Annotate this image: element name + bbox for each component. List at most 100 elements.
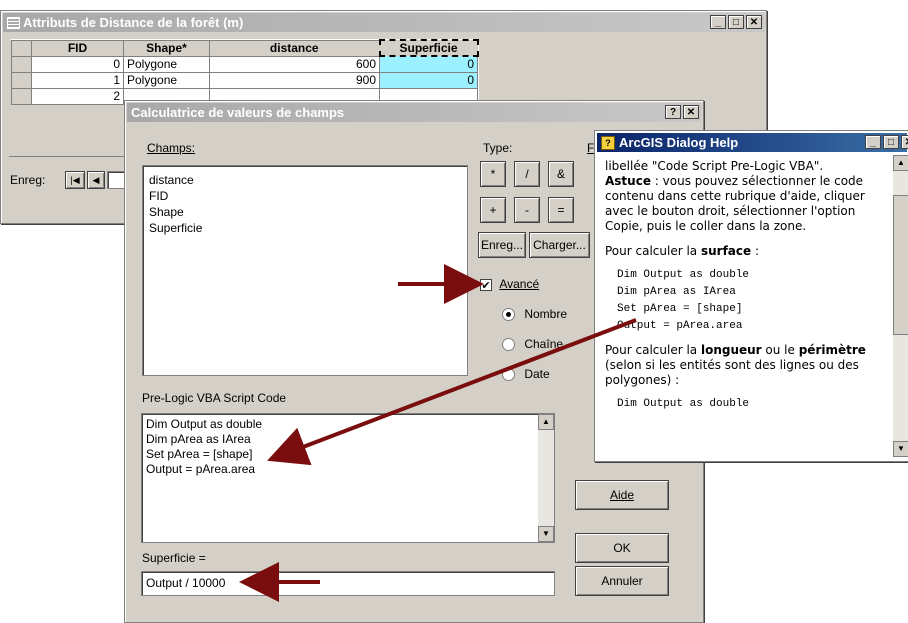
type-date-radio[interactable]: Date [502,367,550,382]
help-code-block-length[interactable]: Dim Output as double [617,396,890,413]
maximize-icon[interactable]: □ [728,15,744,29]
help-title-bar[interactable]: ? ArcGIS Dialog Help _ □ ✕ [597,133,908,152]
column-header-superficie[interactable]: Superficie [378,39,479,57]
cell-superficie[interactable]: 0 [379,55,478,73]
previous-record-button[interactable]: ◀ [87,171,105,189]
record-label: Enreg: [10,173,46,187]
equals-button[interactable]: = [548,197,574,223]
help-paragraph-length: Pour calculer la longueur ou le périmètr… [605,343,890,388]
save-expression-button[interactable]: Enreg... [478,232,526,258]
cell-superficie[interactable]: 0 [379,71,478,89]
help-title: ArcGIS Dialog Help [619,135,739,150]
list-item[interactable]: distance [149,172,461,188]
list-item[interactable]: Superficie [149,220,461,236]
column-header-fid[interactable]: FID [31,39,124,57]
table-row[interactable]: 1 Polygone 900 0 [11,71,478,89]
type-label: Type: [483,141,513,155]
minimize-icon[interactable]: _ [710,15,726,29]
type-string-label: Chaîne [524,337,564,351]
perimeter-bold: périmètre [798,343,866,357]
surface-intro: Pour calculer la [605,244,701,258]
row-selector-header[interactable] [11,39,32,57]
result-label: Superficie = [142,551,206,565]
code-line: Dim Output as double [617,398,750,410]
load-expression-button[interactable]: Charger... [529,232,590,258]
code-line: Set pArea = [shape] [146,447,253,461]
type-number-label: Nombre [524,307,568,321]
help-paragraph-code-script: libellée "Code Script Pre-Logic VBA". [605,159,824,173]
scroll-down-icon[interactable]: ▼ [893,441,908,457]
expression-value: Output / 10000 [146,576,226,590]
surface-colon: : [751,244,760,258]
type-string-radio[interactable]: Chaîne [502,337,564,352]
row-selector[interactable] [11,55,32,73]
cell-fid[interactable]: 2 [31,87,124,105]
table-header-row: FID Shape* distance Superficie [11,39,479,57]
ok-button[interactable]: OK [575,533,669,563]
divide-button[interactable]: / [514,161,540,187]
help-paragraph-tip: Astuce : vous pouvez sélectionner le cod… [605,174,890,234]
prelogic-code-textarea[interactable]: Dim Output as double Dim pArea as IArea … [141,413,555,543]
radio-selected-icon[interactable] [502,308,515,322]
code-line: Dim pArea as IArea [617,286,736,298]
help-book-icon: ? [601,136,615,150]
surface-bold: surface [700,244,752,258]
row-selector[interactable] [11,71,32,89]
length-intro: Pour calculer la [605,343,701,357]
help-content: libellée "Code Script Pre-Logic VBA". As… [605,157,890,453]
minimize-icon[interactable]: _ [865,135,881,149]
close-icon[interactable]: ✕ [746,15,762,29]
attribute-table: FID Shape* distance Superficie 0 Polygon… [11,39,479,105]
close-icon[interactable]: ✕ [901,135,908,149]
code-line: Output = pArea.area [146,462,256,476]
cell-shape[interactable]: Polygone [123,71,210,89]
cell-shape[interactable]: Polygone [123,55,210,73]
advanced-check-box[interactable]: ✔ [480,278,492,292]
scroll-thumb[interactable] [893,195,908,335]
column-header-distance[interactable]: distance [209,39,380,57]
column-header-shape[interactable]: Shape* [123,39,210,57]
textarea-scrollbar[interactable]: ▲ ▼ [538,414,554,542]
add-button[interactable]: + [480,197,506,223]
fields-list[interactable]: distance FID Shape Superficie [142,165,468,376]
length-bold: longueur [700,343,762,357]
type-date-label: Date [524,367,550,381]
scroll-up-icon[interactable]: ▲ [893,155,908,171]
help-scrollbar[interactable]: ▲ ▼ [893,155,908,457]
cell-distance[interactable]: 600 [209,55,380,73]
cell-fid[interactable]: 1 [31,71,124,89]
length-end: (selon si les entités sont des lignes ou… [605,358,859,387]
scroll-up-icon[interactable]: ▲ [538,414,554,430]
cell-fid[interactable]: 0 [31,55,124,73]
tip-bold: Astuce [605,174,651,188]
type-number-radio[interactable]: Nombre [502,307,568,322]
help-button[interactable]: Aide [575,480,669,510]
calculator-title-bar[interactable]: Calculatrice de valeurs de champs ? ✕ [127,103,701,122]
row-selector[interactable] [11,87,32,105]
code-line: Output = pArea.area [617,320,743,332]
close-icon[interactable]: ✕ [683,105,699,119]
help-code-block-surface[interactable]: Dim Output as double Dim pArea as IArea … [617,267,890,335]
cell-distance[interactable]: 900 [209,71,380,89]
concatenate-button[interactable]: & [548,161,574,187]
expression-input[interactable]: Output / 10000 [141,571,555,596]
list-item[interactable]: FID [149,188,461,204]
advanced-checkbox[interactable]: ✔ Avancé [480,277,539,292]
help-icon[interactable]: ? [665,105,681,119]
maximize-icon[interactable]: □ [883,135,899,149]
table-row[interactable]: 0 Polygone 600 0 [11,55,478,73]
radio-icon[interactable] [502,368,515,382]
multiply-button[interactable]: * [480,161,506,187]
first-record-button[interactable]: |◀ [65,171,85,189]
attributes-title-bar[interactable]: Attributs de Distance de la forêt (m) _ … [3,13,764,32]
list-item[interactable]: Shape [149,204,461,220]
code-line: Dim pArea as IArea [146,432,251,446]
attributes-title: Attributs de Distance de la forêt (m) [23,15,244,30]
table-icon [7,17,20,29]
cancel-button[interactable]: Annuler [575,566,669,596]
radio-icon[interactable] [502,338,515,352]
scroll-down-icon[interactable]: ▼ [538,526,554,542]
subtract-button[interactable]: - [514,197,540,223]
code-line: Set pArea = [shape] [617,303,743,315]
prelogic-label: Pre-Logic VBA Script Code [142,391,287,405]
